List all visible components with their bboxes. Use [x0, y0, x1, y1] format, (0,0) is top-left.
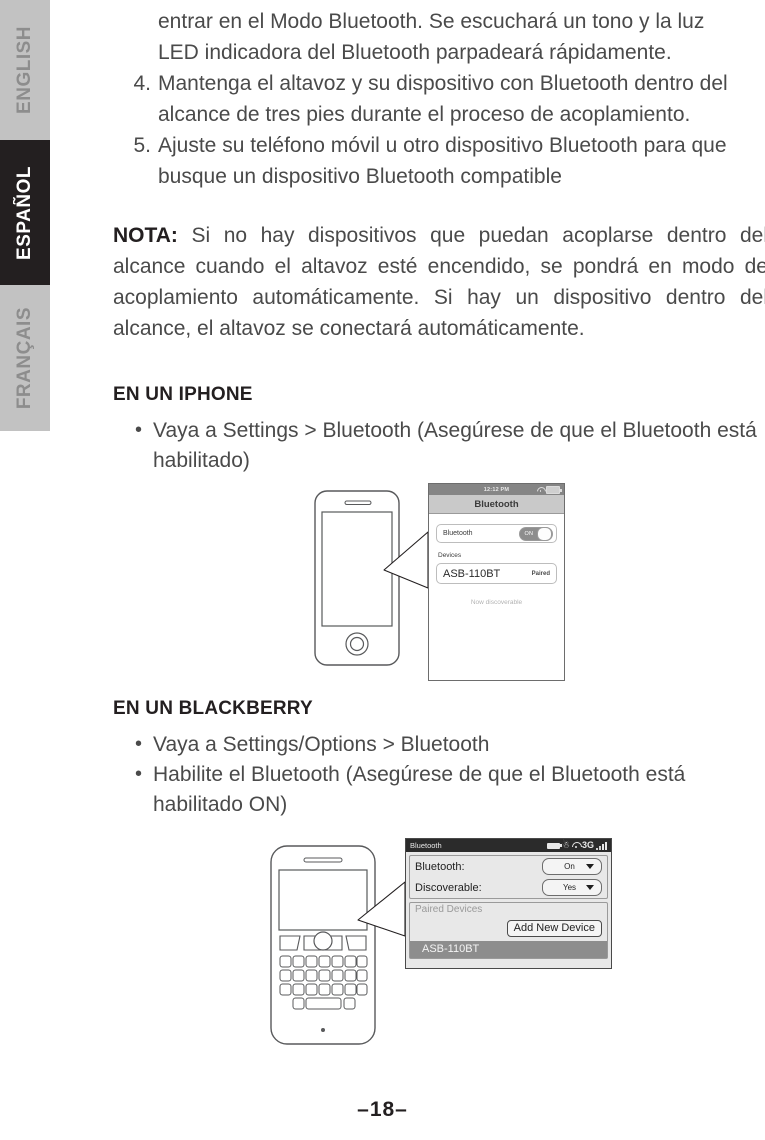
list-item: 4. Mantenga el altavoz y su dispositivo … — [113, 68, 765, 130]
add-device-row: Add New Device — [410, 917, 607, 941]
note-label: NOTA: — [113, 224, 178, 247]
discoverable-field-label: Discoverable: — [415, 881, 482, 894]
iphone-nav-bar: Bluetooth — [429, 495, 564, 514]
signal-bars-icon — [596, 841, 607, 850]
list-item: • Habilite el Bluetooth (Asegúrese de qu… — [113, 760, 765, 820]
chevron-down-icon — [586, 864, 594, 869]
note-text: Si no hay dispositivos que puedan acopla… — [113, 224, 765, 340]
continued-text-line-1: entrar en el Modo Bluetooth. Se escuchar… — [158, 10, 705, 33]
toggle-state-label: ON — [524, 530, 534, 537]
paired-devices-header: Paired Devices — [415, 904, 483, 915]
language-tab-english[interactable]: ENGLISH — [0, 0, 50, 140]
step-text: Mantenga el altavoz y su dispositivo con… — [158, 72, 728, 126]
blackberry-title: Bluetooth — [410, 841, 442, 850]
network-type-label: 3G — [581, 840, 594, 850]
blackberry-status-icons: ☃ 3G — [546, 840, 607, 850]
status-time: 12:12 PM — [483, 486, 510, 493]
blackberry-settings-panel: Bluetooth: On Discoverable: Yes — [409, 855, 608, 899]
iphone-bluetooth-screenshot: 12:12 PM Bluetooth Bluetooth ON Devices … — [428, 483, 565, 681]
language-tab-francais-label: FRANÇAIS — [14, 306, 35, 410]
iphone-nav-title: Bluetooth — [474, 498, 519, 510]
section-heading-blackberry: EN UN BLACKBERRY — [113, 698, 313, 719]
devices-section-label: Devices — [438, 552, 462, 559]
wifi-icon — [572, 842, 580, 849]
language-tab-francais[interactable]: FRANÇAIS — [0, 285, 50, 431]
language-tab-strip: ENGLISH ESPAÑOL FRANÇAIS — [0, 0, 50, 431]
iphone-status-bar: 12:12 PM — [429, 484, 564, 495]
bullet-text: Vaya a Settings/Options > Bluetooth — [153, 733, 490, 756]
bullet-icon: • — [135, 733, 143, 755]
wifi-icon — [537, 487, 544, 493]
blackberry-paired-devices-panel: Paired Devices Add New Device ASB-110BT — [409, 902, 608, 959]
chevron-down-icon — [586, 885, 594, 890]
note-paragraph: NOTA: Si no hay dispositivos que puedan … — [113, 220, 765, 344]
device-status-badge: Paired — [531, 570, 550, 577]
list-item: • Vaya a Settings/Options > Bluetooth — [113, 730, 765, 760]
blackberry-figure: Bluetooth ☃ 3G Bluetooth: On Discoverabl… — [258, 824, 623, 1049]
bluetooth-dropdown[interactable]: On — [542, 858, 602, 875]
bluetooth-toggle-switch[interactable]: ON — [519, 526, 553, 541]
add-new-device-button[interactable]: Add New Device — [506, 920, 602, 937]
blackberry-title-bar: Bluetooth ☃ 3G — [406, 839, 611, 852]
status-icons — [537, 486, 562, 494]
paired-device-list-item[interactable]: ASB-110BT — [410, 941, 607, 958]
discoverable-field-row: Discoverable: Yes — [410, 877, 607, 898]
battery-icon — [546, 842, 562, 849]
list-item: 5. Ajuste su teléfono móvil u otro dispo… — [113, 130, 765, 192]
bullet-text: Vaya a Settings > Bluetooth (Asegúrese d… — [153, 419, 757, 472]
page-number: –18– — [357, 1098, 408, 1121]
device-name: ASB-110BT — [443, 567, 501, 580]
bluetooth-row-label: Bluetooth — [443, 530, 473, 537]
numbered-step-list: 4. Mantenga el altavoz y su dispositivo … — [113, 68, 765, 192]
language-tab-english-label: ENGLISH — [14, 26, 35, 114]
blackberry-bullet-list: • Vaya a Settings/Options > Bluetooth • … — [113, 730, 765, 820]
iphone-figure: 12:12 PM Bluetooth Bluetooth ON Devices … — [300, 470, 580, 690]
bluetooth-toggle-row[interactable]: Bluetooth ON — [436, 524, 557, 543]
bullet-text: Habilite el Bluetooth (Asegúrese de que … — [153, 763, 686, 816]
paired-device-row[interactable]: ASB-110BT Paired — [436, 563, 557, 584]
step-number: 5. — [133, 134, 151, 157]
toggle-knob — [537, 526, 552, 541]
iphone-bullet-list: • Vaya a Settings > Bluetooth (Asegúrese… — [113, 416, 765, 476]
bluetooth-field-row: Bluetooth: On — [410, 856, 607, 877]
bluetooth-icon: ☃ — [561, 840, 570, 850]
discoverable-dropdown-value: Yes — [562, 883, 577, 892]
battery-icon — [546, 486, 562, 494]
discoverable-status-text: Now discoverable — [470, 599, 523, 606]
continued-text-line-2: LED indicadora del Bluetooth parpadeará … — [158, 41, 672, 64]
iphone-settings-body: Bluetooth ON Devices ASB-110BT Paired No… — [429, 514, 564, 606]
page-content: entrar en el Modo Bluetooth. Se escuchar… — [113, 0, 765, 820]
bluetooth-field-label: Bluetooth: — [415, 860, 465, 873]
discoverable-dropdown[interactable]: Yes — [542, 879, 602, 896]
language-tab-espanol[interactable]: ESPAÑOL — [0, 140, 50, 285]
bullet-icon: • — [135, 419, 143, 441]
blackberry-bluetooth-screenshot: Bluetooth ☃ 3G Bluetooth: On Discoverabl… — [405, 838, 612, 969]
list-item: • Vaya a Settings > Bluetooth (Asegúrese… — [113, 416, 765, 476]
bullet-icon: • — [135, 763, 143, 785]
language-tab-espanol-label: ESPAÑOL — [14, 165, 35, 260]
section-heading-iphone: EN UN IPHONE — [113, 384, 253, 405]
step-text: Ajuste su teléfono móvil u otro disposit… — [158, 134, 727, 188]
bluetooth-dropdown-value: On — [564, 862, 575, 871]
step-number: 4. — [133, 72, 151, 95]
